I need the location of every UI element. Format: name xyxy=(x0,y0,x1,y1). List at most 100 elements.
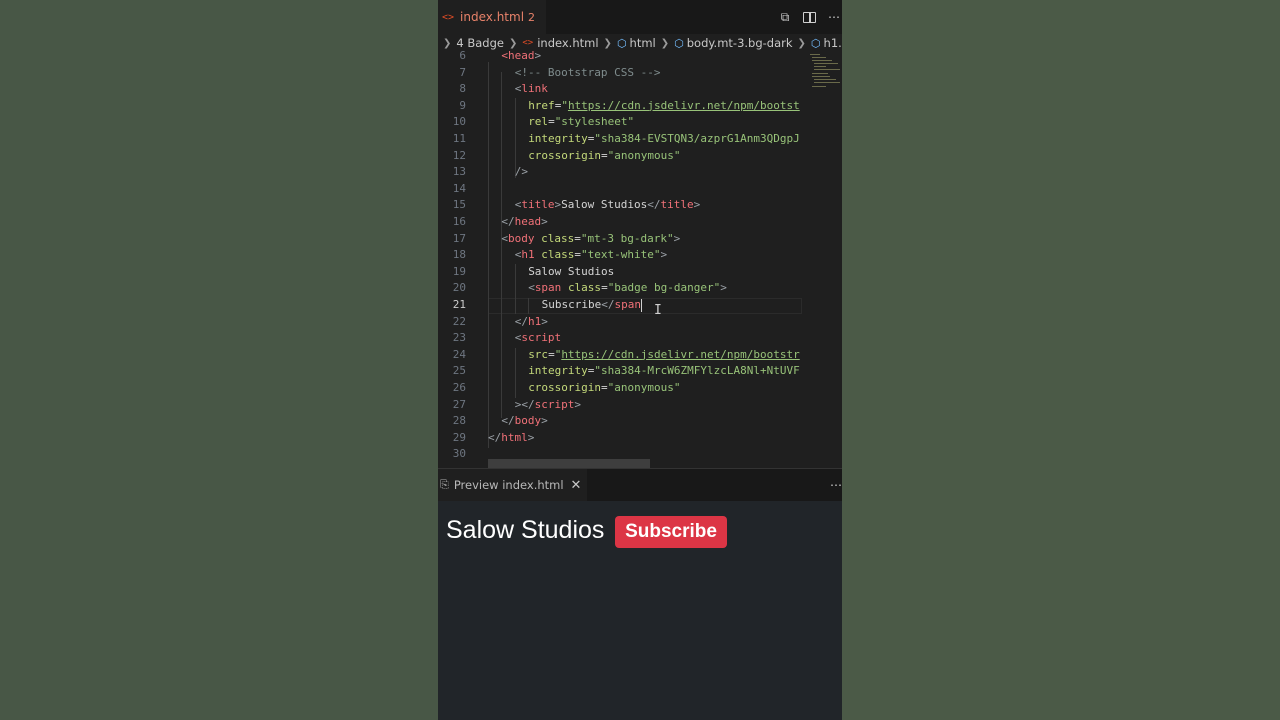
chevron-right-icon: ❯ xyxy=(797,37,806,49)
background-right xyxy=(842,0,1280,720)
line-number: 24 xyxy=(452,347,466,361)
code-text: href="https://cdn.jsdelivr.net/npm/boots… xyxy=(528,98,800,112)
tab-index-html[interactable]: <> index.html 2 xyxy=(438,0,546,34)
code-line[interactable]: 14 xyxy=(438,181,808,198)
line-number: 27 xyxy=(452,397,466,411)
line-number: 8 xyxy=(459,82,466,96)
line-number: 15 xyxy=(452,198,466,212)
line-number: 30 xyxy=(452,447,466,461)
more-actions-icon[interactable]: ⋯ xyxy=(830,469,842,501)
line-number: 14 xyxy=(452,181,466,195)
line-number: 25 xyxy=(452,364,466,378)
preview-icon: ⎘ xyxy=(440,478,449,491)
code-line[interactable]: 15 <title>Salow Studios</title> xyxy=(438,197,808,214)
vscode-window: <> index.html 2 ⧉ ⋯ ❯ 4 Badge ❯ <> index… xyxy=(438,0,842,720)
more-actions-icon[interactable]: ⋯ xyxy=(828,10,840,24)
breadcrumb-h1[interactable]: h1.text-whi xyxy=(824,36,842,50)
close-icon[interactable]: ✕ xyxy=(571,478,582,493)
code-line[interactable]: 18 <h1 class="text-white"> xyxy=(438,247,808,264)
code-line[interactable]: 12 crossorigin="anonymous" xyxy=(438,148,808,165)
line-number: 9 xyxy=(459,98,466,112)
code-line[interactable]: 27 ></script> xyxy=(438,397,808,414)
line-number: 16 xyxy=(452,215,466,228)
code-editor[interactable]: 6 <head> 7 <!-- Bootstrap CSS --> 8 <link 9 hre… xyxy=(438,49,842,468)
code-text: ></script> xyxy=(514,397,582,411)
code-text: </body> xyxy=(501,414,548,428)
code-text: integrity="sha384-MrcW6ZMFYlzcLA8Nl+NtUV… xyxy=(528,364,800,378)
code-line[interactable]: 29 </html> xyxy=(438,430,808,447)
code-text: <body class="mt-3 bg-dark"> xyxy=(501,231,681,245)
code-line[interactable]: 13 /> xyxy=(438,164,808,181)
split-editor-icon[interactable] xyxy=(803,11,816,23)
preview-pane: Salow Studios Subscribe xyxy=(438,501,842,720)
code-text: <link xyxy=(514,82,548,96)
code-line[interactable]: 23 <script xyxy=(438,330,808,347)
code-text: <h1 class="text-white"> xyxy=(514,248,668,262)
tab-problem-count: 2 xyxy=(528,10,536,24)
code-line[interactable]: 11 integrity="sha384-EVSTQN3/azprG1Anm3QD… xyxy=(438,131,808,148)
code-text: <head> xyxy=(501,49,542,62)
code-line[interactable]: 21 Subscribe</span xyxy=(438,297,808,314)
code-text: rel="stylesheet" xyxy=(528,115,635,129)
html-file-icon: <> xyxy=(522,38,534,48)
code-line[interactable]: 30 xyxy=(438,446,808,463)
tab-bar: <> index.html 2 ⧉ ⋯ xyxy=(438,0,842,34)
line-number: 11 xyxy=(452,132,466,145)
line-number: 21 xyxy=(452,298,466,311)
code-text: <script xyxy=(514,331,562,345)
code-line[interactable]: 17 <body class="mt-3 bg-dark"> xyxy=(438,231,808,248)
code-text: crossorigin="anonymous" xyxy=(528,148,681,162)
code-text: </h1> xyxy=(514,314,548,328)
element-cube-icon: ⬡ xyxy=(810,36,821,50)
tab-preview[interactable]: ⎘ Preview index.html ✕ xyxy=(438,469,588,501)
line-number: 26 xyxy=(452,381,466,394)
code-text: /> xyxy=(514,165,529,179)
line-number: 23 xyxy=(452,331,466,345)
html-file-icon: <> xyxy=(442,11,455,23)
code-text: </html> xyxy=(488,430,535,444)
code-text: <span class="badge bg-danger"> xyxy=(528,281,727,295)
code-line[interactable]: 8 <link xyxy=(438,81,808,98)
code-line[interactable]: 26 crossorigin="anonymous" xyxy=(438,380,808,397)
code-line[interactable]: 16 </head> xyxy=(438,214,808,231)
line-number: 10 xyxy=(452,115,466,129)
line-number: 20 xyxy=(452,281,466,295)
code-line[interactable]: 24 src="https://cdn.jsdelivr.net/npm/boot… xyxy=(438,347,808,364)
chevron-right-icon: ❯ xyxy=(660,37,670,49)
editor-actions: ⧉ ⋯ xyxy=(779,0,842,34)
open-preview-icon[interactable]: ⧉ xyxy=(779,10,791,25)
line-number: 22 xyxy=(452,314,466,328)
code-text: </head> xyxy=(501,215,548,228)
chevron-right-icon: ❯ xyxy=(508,37,518,49)
code-line[interactable]: 7 <!-- Bootstrap CSS --> xyxy=(438,65,808,82)
code-line[interactable]: 20 <span class="badge bg-danger"> xyxy=(438,280,808,297)
line-number: 6 xyxy=(459,49,466,62)
code-text: crossorigin="anonymous" xyxy=(528,381,681,394)
background-left xyxy=(0,0,438,720)
code-line[interactable]: 6 <head> xyxy=(438,48,808,65)
line-number: 13 xyxy=(452,165,466,179)
code-text: <!-- Bootstrap CSS --> xyxy=(514,65,661,79)
preview-tab-bar: ⎘ Preview index.html ✕ ⋯ xyxy=(438,469,842,501)
line-number: 18 xyxy=(452,248,466,262)
line-number: 17 xyxy=(452,231,466,245)
text-cursor-icon: I xyxy=(654,303,662,318)
code-text: src="https://cdn.jsdelivr.net/npm/bootst… xyxy=(528,347,800,361)
subscribe-badge: Subscribe xyxy=(615,516,727,548)
line-number: 29 xyxy=(452,430,466,444)
code-line[interactable]: 22 </h1> xyxy=(438,314,808,331)
line-number: 7 xyxy=(459,65,466,79)
code-line[interactable]: 9 href="https://cdn.jsdelivr.net/npm/boot… xyxy=(438,98,808,115)
code-line[interactable]: 28 </body> xyxy=(438,413,808,430)
code-text: integrity="sha384-EVSTQN3/azprG1Anm3QDgp… xyxy=(528,132,800,145)
line-number: 12 xyxy=(452,148,466,162)
code-text: Subscribe</span xyxy=(541,298,643,312)
code-line[interactable]: 25 integrity="sha384-MrcW6ZMFYlzcLA8Nl+Nt… xyxy=(438,363,808,380)
chevron-right-icon: ❯ xyxy=(603,37,612,49)
code-line[interactable]: 19 Salow Studios xyxy=(438,264,808,281)
minimap[interactable] xyxy=(810,52,840,92)
code-line[interactable]: 10 rel="stylesheet" xyxy=(438,114,808,131)
code-text: <title>Salow Studios</title> xyxy=(514,198,701,212)
preview-tab-label: Preview index.html xyxy=(453,478,564,492)
code-text: Salow Studios xyxy=(528,264,615,278)
